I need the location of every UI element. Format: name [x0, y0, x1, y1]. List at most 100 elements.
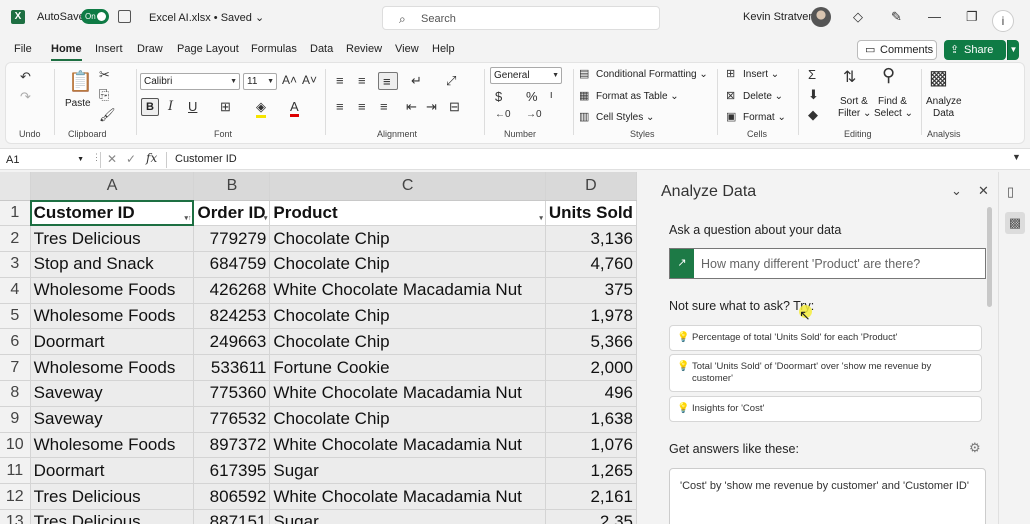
paste-label[interactable]: Paste [65, 98, 91, 109]
align-right-icon[interactable]: ≡ [380, 99, 388, 114]
percent-icon[interactable]: % [526, 89, 538, 104]
filter-icon[interactable]: ▾↑ [184, 214, 191, 222]
formula-input[interactable]: Customer ID [175, 153, 237, 165]
cell-customer-id[interactable]: Doormart [30, 328, 195, 356]
currency-icon[interactable]: $ [495, 89, 502, 104]
underline-icon[interactable]: U [188, 99, 197, 114]
cut-icon[interactable]: ✂ [99, 67, 110, 83]
cell-units-sold[interactable]: 2,161 [545, 483, 637, 511]
cell-product[interactable]: Sugar [269, 457, 546, 485]
tab-page-layout[interactable]: Page Layout [177, 43, 239, 55]
orientation-icon[interactable]: ⤢ [446, 73, 456, 89]
cell-product[interactable]: White Chocolate Macadamia Nut [269, 483, 546, 511]
decrease-indent-icon[interactable]: ⇤ [406, 99, 417, 115]
find-select-label[interactable]: Find & [878, 96, 907, 107]
cell-units-sold[interactable]: 1,265 [545, 457, 637, 485]
cell-order-id[interactable]: 617395 [193, 457, 271, 485]
select-all-corner[interactable] [0, 172, 31, 201]
sort-filter-label-2[interactable]: Filter ⌄ [838, 108, 871, 119]
cell-customer-id[interactable]: Wholesome Foods [30, 277, 195, 304]
tab-home[interactable]: Home [51, 43, 82, 61]
cell-customer-id[interactable]: Wholesome Foods [30, 303, 195, 330]
filter-icon[interactable]: ▾ [539, 214, 543, 222]
cell-units-sold[interactable]: 5,366 [545, 328, 637, 356]
tab-formulas[interactable]: Formulas [251, 43, 297, 55]
delete-cells-button[interactable]: Delete ⌄ [743, 91, 783, 102]
filter-icon[interactable]: ▾ [264, 214, 268, 222]
align-middle-icon[interactable]: ≡ [358, 73, 366, 88]
info-icon[interactable]: i [992, 10, 1014, 32]
font-size-select[interactable]: 11 ▼ [243, 73, 277, 90]
row-header[interactable]: 10 [0, 432, 31, 459]
format-painter-icon[interactable]: 🖌 [99, 107, 116, 123]
row-header[interactable]: 13 [0, 509, 31, 524]
row-header[interactable]: 5 [0, 303, 31, 330]
cell-styles-button[interactable]: Cell Styles ⌄ [596, 112, 654, 123]
tab-file[interactable]: File [14, 43, 32, 55]
restore-icon[interactable]: ❐ [966, 9, 978, 25]
cell-order-id[interactable]: 426268 [193, 277, 271, 304]
cell-product[interactable]: Chocolate Chip [269, 251, 546, 278]
cell-product[interactable]: Chocolate Chip [269, 328, 546, 356]
cell-units-sold[interactable]: 4,760 [545, 251, 637, 278]
cell-units-sold[interactable]: 375 [545, 277, 637, 304]
shrink-font-icon[interactable]: A˅ [302, 73, 317, 87]
font-name-select[interactable]: Calibri ▼ [140, 73, 240, 90]
align-bottom-button[interactable]: ≡ [378, 72, 398, 90]
column-header-d[interactable]: D [545, 172, 637, 201]
row-header[interactable]: 1 [0, 200, 31, 227]
undo-icon[interactable]: ↶ [20, 69, 31, 85]
align-left-icon[interactable]: ≡ [336, 99, 344, 114]
gear-icon[interactable]: ⚙ [969, 440, 981, 456]
close-icon[interactable]: ✕ [978, 183, 989, 199]
chevron-down-icon[interactable]: ▼ [1012, 152, 1021, 162]
tab-view[interactable]: View [395, 43, 419, 55]
cell-customer-id[interactable]: Tres Delicious [30, 509, 195, 524]
increase-decimal-icon[interactable]: ←0 [495, 109, 511, 120]
tab-draw[interactable]: Draw [137, 43, 163, 55]
cell-order-id[interactable]: 779279 [193, 225, 271, 253]
answer-card[interactable]: 'Cost' by 'show me revenue by customer' … [669, 468, 986, 524]
minimize-icon[interactable]: — [928, 9, 941, 24]
clear-icon[interactable]: ◆ [808, 107, 818, 123]
cell-units-sold[interactable]: 1,638 [545, 406, 637, 433]
cell-units-sold[interactable]: 1,076 [545, 432, 637, 459]
wrap-text-icon[interactable]: ↵ [411, 73, 422, 89]
align-top-icon[interactable]: ≡ [336, 73, 344, 88]
cell-customer-id[interactable]: Wholesome Foods [30, 354, 195, 382]
decrease-decimal-icon[interactable]: →0 [526, 109, 542, 120]
grow-font-icon[interactable]: A˄ [282, 73, 297, 87]
user-name[interactable]: Kevin Stratvert [743, 11, 815, 23]
analyze-data-label[interactable]: Analyze [926, 96, 962, 107]
cell-product[interactable]: White Chocolate Macadamia Nut [269, 432, 546, 459]
conditional-formatting-button[interactable]: Conditional Formatting ⌄ [596, 69, 708, 80]
row-header[interactable]: 9 [0, 406, 31, 433]
tab-help[interactable]: Help [432, 43, 455, 55]
save-icon[interactable] [118, 10, 131, 23]
borders-icon[interactable]: ⊞ [220, 99, 231, 115]
copy-icon[interactable]: ⎘ [99, 87, 109, 103]
cell-units-sold[interactable]: 2,35 [545, 509, 637, 524]
tab-insert[interactable]: Insert [95, 43, 123, 55]
cell-order-id[interactable]: 775360 [193, 380, 271, 407]
cell-order-id[interactable]: 684759 [193, 251, 271, 278]
font-color-icon[interactable]: A [290, 99, 299, 117]
comma-icon[interactable]: ᶦ [550, 89, 553, 107]
row-header[interactable]: 12 [0, 483, 31, 511]
cell-product[interactable]: Sugar [269, 509, 546, 524]
avatar[interactable] [811, 7, 831, 27]
row-header[interactable]: 6 [0, 328, 31, 356]
increase-indent-icon[interactable]: ⇥ [426, 99, 437, 115]
row-header[interactable]: 8 [0, 380, 31, 407]
column-header-a[interactable]: A [30, 172, 195, 201]
diamond-icon[interactable]: ◇ [853, 9, 863, 25]
column-header-b[interactable]: B [193, 172, 271, 201]
cell-product[interactable]: Chocolate Chip [269, 406, 546, 433]
cell-product[interactable]: White Chocolate Macadamia Nut [269, 277, 546, 304]
cell-product[interactable]: White Chocolate Macadamia Nut [269, 380, 546, 407]
document-icon[interactable]: ▯ [1007, 184, 1014, 200]
file-title[interactable]: Excel AI.xlsx • Saved ⌄ [149, 11, 264, 24]
cell-order-id[interactable]: 806592 [193, 483, 271, 511]
italic-icon[interactable]: I [168, 99, 173, 114]
ask-question-input[interactable]: ↗ How many different 'Product' are there… [669, 248, 986, 279]
